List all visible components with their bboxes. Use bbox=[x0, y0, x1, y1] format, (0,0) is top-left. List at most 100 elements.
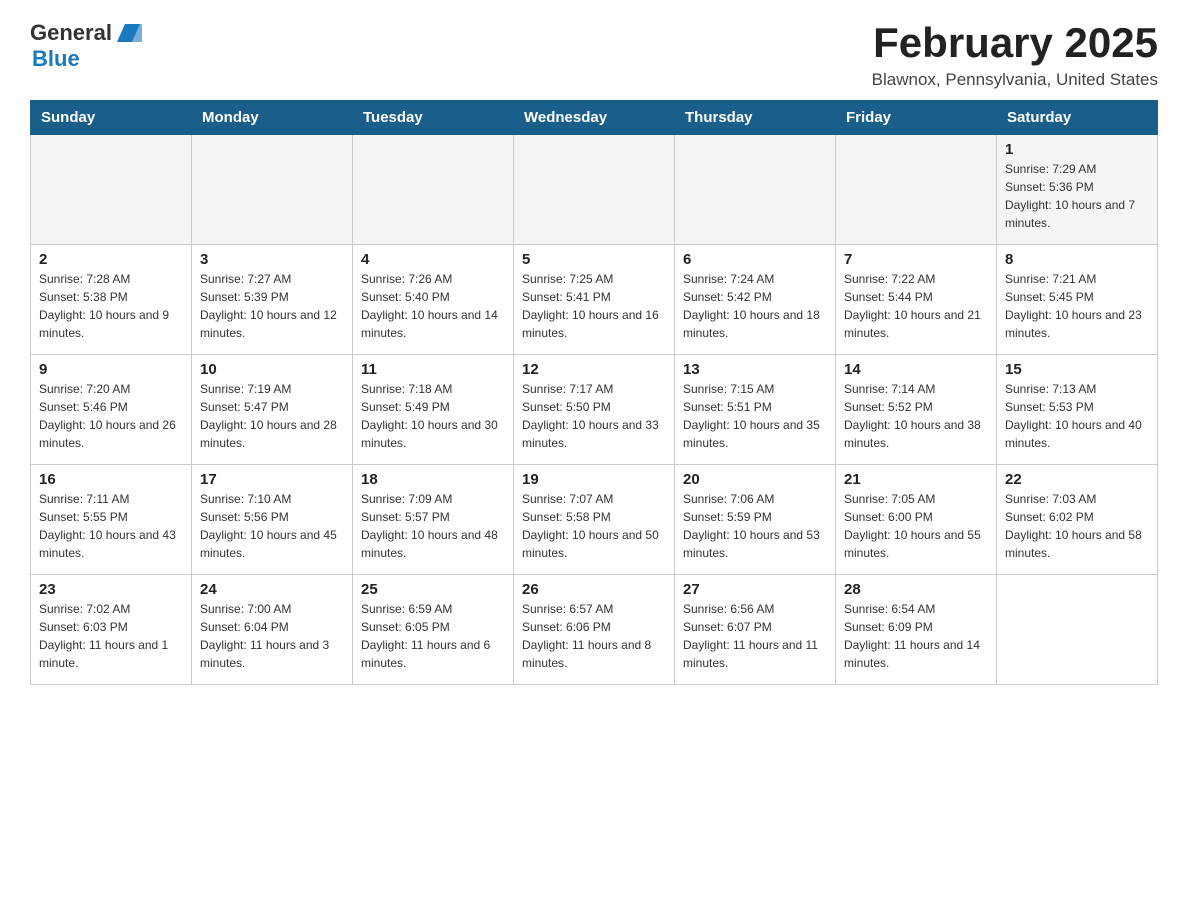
calendar-cell: 13 Sunrise: 7:15 AMSunset: 5:51 PMDayligh… bbox=[675, 355, 836, 465]
day-number: 28 bbox=[844, 581, 988, 598]
calendar-week-2: 2Sunrise: 7:28 AMSunset: 5:38 PMDaylight… bbox=[31, 245, 1158, 355]
calendar-week-3: 9Sunrise: 7:20 AMSunset: 5:46 PMDaylight… bbox=[31, 355, 1158, 465]
calendar-cell: 24 Sunrise: 7:00 AMSunset: 6:04 PMDayligh… bbox=[192, 575, 353, 685]
day-info: Sunrise: 7:02 AMSunset: 6:03 PMDaylight:… bbox=[39, 602, 168, 670]
calendar-cell: 10 Sunrise: 7:19 AMSunset: 5:47 PMDayligh… bbox=[192, 355, 353, 465]
logo: General Blue bbox=[30, 20, 142, 72]
day-number: 17 bbox=[200, 471, 344, 488]
calendar-cell: 26 Sunrise: 6:57 AMSunset: 6:06 PMDayligh… bbox=[514, 575, 675, 685]
calendar-cell: 9Sunrise: 7:20 AMSunset: 5:46 PMDaylight… bbox=[31, 355, 192, 465]
day-info: Sunrise: 7:06 AMSunset: 5:59 PMDaylight:… bbox=[683, 492, 820, 560]
calendar-cell: 14Sunrise: 7:14 AMSunset: 5:52 PMDayligh… bbox=[836, 355, 997, 465]
day-number: 22 bbox=[1005, 471, 1149, 488]
day-number: 24 bbox=[200, 581, 344, 598]
page-header: General Blue February 2025 Blawnox, Penn… bbox=[30, 20, 1158, 90]
day-number: 2 bbox=[39, 251, 183, 268]
day-info: Sunrise: 7:21 AMSunset: 5:45 PMDaylight:… bbox=[1005, 272, 1142, 340]
calendar-cell: 2Sunrise: 7:28 AMSunset: 5:38 PMDaylight… bbox=[31, 245, 192, 355]
day-info: Sunrise: 6:57 AMSunset: 6:06 PMDaylight:… bbox=[522, 602, 651, 670]
calendar-week-5: 23 Sunrise: 7:02 AMSunset: 6:03 PMDayligh… bbox=[31, 575, 1158, 685]
day-number: 23 bbox=[39, 581, 183, 598]
calendar-cell: 25 Sunrise: 6:59 AMSunset: 6:05 PMDayligh… bbox=[353, 575, 514, 685]
header-monday: Monday bbox=[192, 101, 353, 135]
header-thursday: Thursday bbox=[675, 101, 836, 135]
day-number: 14 bbox=[844, 361, 988, 378]
calendar-cell: 21 Sunrise: 7:05 AMSunset: 6:00 PMDayligh… bbox=[836, 465, 997, 575]
day-number: 13 bbox=[683, 361, 827, 378]
day-info: Sunrise: 7:20 AMSunset: 5:46 PMDaylight:… bbox=[39, 382, 176, 450]
month-title: February 2025 bbox=[872, 20, 1158, 66]
day-info: Sunrise: 7:19 AMSunset: 5:47 PMDaylight:… bbox=[200, 382, 337, 450]
calendar-week-4: 16 Sunrise: 7:11 AMSunset: 5:55 PMDayligh… bbox=[31, 465, 1158, 575]
day-number: 26 bbox=[522, 581, 666, 598]
calendar-cell: 16 Sunrise: 7:11 AMSunset: 5:55 PMDayligh… bbox=[31, 465, 192, 575]
calendar-cell: 23 Sunrise: 7:02 AMSunset: 6:03 PMDayligh… bbox=[31, 575, 192, 685]
day-number: 5 bbox=[522, 251, 666, 268]
header-tuesday: Tuesday bbox=[353, 101, 514, 135]
calendar-cell: 19 Sunrise: 7:07 AMSunset: 5:58 PMDayligh… bbox=[514, 465, 675, 575]
day-info: Sunrise: 7:05 AMSunset: 6:00 PMDaylight:… bbox=[844, 492, 981, 560]
day-info: Sunrise: 7:07 AMSunset: 5:58 PMDaylight:… bbox=[522, 492, 659, 560]
calendar-header-row: SundayMondayTuesdayWednesdayThursdayFrid… bbox=[31, 101, 1158, 135]
calendar-table: SundayMondayTuesdayWednesdayThursdayFrid… bbox=[30, 100, 1158, 685]
day-info: Sunrise: 6:59 AMSunset: 6:05 PMDaylight:… bbox=[361, 602, 490, 670]
day-info: Sunrise: 7:11 AMSunset: 5:55 PMDaylight:… bbox=[39, 492, 176, 560]
day-info: Sunrise: 7:25 AMSunset: 5:41 PMDaylight:… bbox=[522, 272, 659, 340]
day-number: 16 bbox=[39, 471, 183, 488]
day-number: 4 bbox=[361, 251, 505, 268]
logo-blue-text: Blue bbox=[32, 46, 80, 72]
day-number: 15 bbox=[1005, 361, 1149, 378]
day-number: 7 bbox=[844, 251, 988, 268]
day-info: Sunrise: 7:27 AMSunset: 5:39 PMDaylight:… bbox=[200, 272, 337, 340]
title-block: February 2025 Blawnox, Pennsylvania, Uni… bbox=[872, 20, 1158, 90]
day-info: Sunrise: 7:10 AMSunset: 5:56 PMDaylight:… bbox=[200, 492, 337, 560]
calendar-cell bbox=[997, 575, 1158, 685]
logo-general-text: General bbox=[30, 20, 112, 46]
header-sunday: Sunday bbox=[31, 101, 192, 135]
calendar-cell: 11 Sunrise: 7:18 AMSunset: 5:49 PMDayligh… bbox=[353, 355, 514, 465]
calendar-cell: 5 Sunrise: 7:25 AMSunset: 5:41 PMDaylight… bbox=[514, 245, 675, 355]
day-number: 10 bbox=[200, 361, 344, 378]
day-info: Sunrise: 7:18 AMSunset: 5:49 PMDaylight:… bbox=[361, 382, 498, 450]
day-info: Sunrise: 7:24 AMSunset: 5:42 PMDaylight:… bbox=[683, 272, 820, 340]
calendar-cell: 4 Sunrise: 7:26 AMSunset: 5:40 PMDaylight… bbox=[353, 245, 514, 355]
location: Blawnox, Pennsylvania, United States bbox=[872, 70, 1158, 90]
day-number: 25 bbox=[361, 581, 505, 598]
day-info: Sunrise: 7:13 AMSunset: 5:53 PMDaylight:… bbox=[1005, 382, 1142, 450]
calendar-cell bbox=[675, 135, 836, 245]
day-number: 6 bbox=[683, 251, 827, 268]
day-number: 1 bbox=[1005, 141, 1149, 158]
day-info: Sunrise: 7:15 AMSunset: 5:51 PMDaylight:… bbox=[683, 382, 820, 450]
day-number: 27 bbox=[683, 581, 827, 598]
day-info: Sunrise: 7:22 AMSunset: 5:44 PMDaylight:… bbox=[844, 272, 981, 340]
calendar-cell bbox=[31, 135, 192, 245]
header-friday: Friday bbox=[836, 101, 997, 135]
day-info: Sunrise: 6:56 AMSunset: 6:07 PMDaylight:… bbox=[683, 602, 818, 670]
day-number: 21 bbox=[844, 471, 988, 488]
day-info: Sunrise: 7:29 AMSunset: 5:36 PMDaylight:… bbox=[1005, 162, 1135, 230]
day-info: Sunrise: 7:00 AMSunset: 6:04 PMDaylight:… bbox=[200, 602, 329, 670]
day-info: Sunrise: 7:03 AMSunset: 6:02 PMDaylight:… bbox=[1005, 492, 1142, 560]
logo-icon bbox=[112, 20, 142, 46]
calendar-cell: 1 Sunrise: 7:29 AMSunset: 5:36 PMDaylight… bbox=[997, 135, 1158, 245]
day-number: 12 bbox=[522, 361, 666, 378]
day-info: Sunrise: 7:26 AMSunset: 5:40 PMDaylight:… bbox=[361, 272, 498, 340]
day-number: 8 bbox=[1005, 251, 1149, 268]
calendar-cell: 20 Sunrise: 7:06 AMSunset: 5:59 PMDayligh… bbox=[675, 465, 836, 575]
calendar-cell: 15 Sunrise: 7:13 AMSunset: 5:53 PMDayligh… bbox=[997, 355, 1158, 465]
calendar-cell bbox=[836, 135, 997, 245]
day-number: 19 bbox=[522, 471, 666, 488]
calendar-cell: 8 Sunrise: 7:21 AMSunset: 5:45 PMDaylight… bbox=[997, 245, 1158, 355]
calendar-cell: 27 Sunrise: 6:56 AMSunset: 6:07 PMDayligh… bbox=[675, 575, 836, 685]
calendar-cell bbox=[192, 135, 353, 245]
calendar-cell bbox=[353, 135, 514, 245]
calendar-cell: 22 Sunrise: 7:03 AMSunset: 6:02 PMDayligh… bbox=[997, 465, 1158, 575]
day-info: Sunrise: 7:09 AMSunset: 5:57 PMDaylight:… bbox=[361, 492, 498, 560]
header-wednesday: Wednesday bbox=[514, 101, 675, 135]
day-number: 3 bbox=[200, 251, 344, 268]
day-number: 20 bbox=[683, 471, 827, 488]
header-saturday: Saturday bbox=[997, 101, 1158, 135]
day-number: 11 bbox=[361, 361, 505, 378]
day-number: 18 bbox=[361, 471, 505, 488]
calendar-cell: 12Sunrise: 7:17 AMSunset: 5:50 PMDayligh… bbox=[514, 355, 675, 465]
